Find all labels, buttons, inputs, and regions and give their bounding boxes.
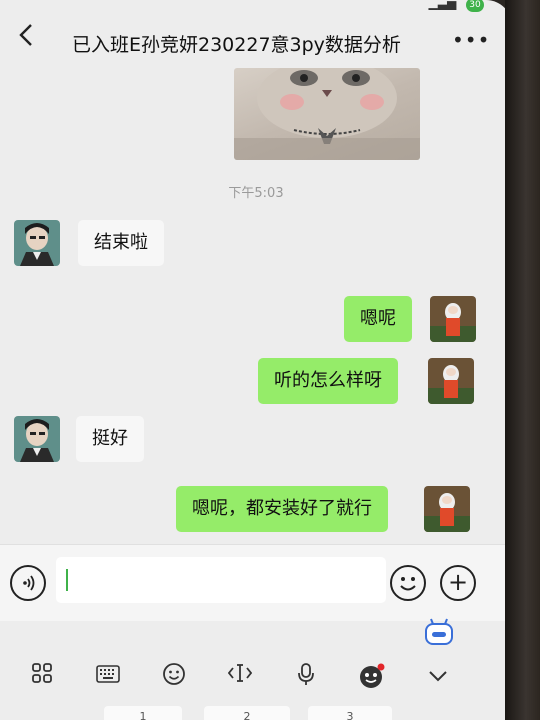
message-timestamp: 下午5:03 — [228, 186, 284, 201]
message-text-input[interactable] — [56, 557, 386, 603]
keyboard-number-row: 1 2 3 — [0, 702, 512, 720]
my-avatar[interactable] — [428, 358, 474, 404]
robot-assistant-icon[interactable] — [424, 618, 454, 646]
more-options-button[interactable]: ••• — [452, 28, 490, 52]
emoji-keyboard-icon[interactable] — [160, 662, 188, 690]
sent-message-bubble[interactable]: 听的怎么样呀 — [258, 358, 398, 404]
chat-title: 已入班E孙竞妍230227意3py数据分析 — [72, 34, 401, 56]
status-icons: ▁▃▅ 30 — [428, 0, 484, 12]
emoji-icon[interactable] — [390, 565, 426, 601]
chevron-down-icon[interactable] — [424, 662, 452, 690]
sent-message-bubble[interactable]: 嗯呢 — [344, 296, 412, 342]
back-icon[interactable] — [18, 22, 34, 55]
key-2[interactable]: 2 — [204, 706, 290, 720]
message-list[interactable]: 下午5:03 结束啦 嗯呢 听的怎么样呀 挺好 嗯呢，都安装好了就行 — [0, 66, 512, 544]
phone-screen: ▁▃▅ 30 已入班E孙竞妍230227意3py数据分析 ••• 下午5:03 … — [0, 0, 512, 720]
phone-frame-edge — [505, 0, 540, 720]
my-avatar[interactable] — [430, 296, 476, 342]
more-functions-button[interactable]: + — [440, 565, 476, 601]
microphone-icon[interactable] — [292, 662, 320, 690]
signal-icon: ▁▃▅ — [428, 0, 457, 10]
contact-avatar[interactable] — [14, 416, 60, 462]
message-input-bar: + — [0, 544, 512, 621]
voice-input-icon[interactable] — [10, 565, 46, 601]
contact-avatar[interactable] — [14, 220, 60, 266]
keyboard-icon[interactable] — [94, 662, 122, 690]
text-cursor-icon[interactable] — [226, 662, 254, 690]
battery-icon: 30 — [466, 0, 484, 12]
keyboard-toolbar — [0, 650, 512, 702]
received-message-bubble[interactable]: 结束啦 — [78, 220, 164, 266]
key-1[interactable]: 1 — [104, 706, 182, 720]
sent-message-bubble[interactable]: 嗯呢，都安装好了就行 — [176, 486, 388, 532]
chat-header: 已入班E孙竞妍230227意3py数据分析 ••• — [0, 16, 512, 66]
key-3[interactable]: 3 — [308, 706, 392, 720]
received-message-bubble[interactable]: 挺好 — [76, 416, 144, 462]
apps-grid-icon[interactable] — [28, 662, 56, 690]
my-avatar[interactable] — [424, 486, 470, 532]
ai-assistant-icon[interactable] — [358, 662, 386, 690]
text-caret — [66, 569, 68, 591]
cat-sticker-image[interactable] — [234, 68, 420, 160]
status-bar: ▁▃▅ 30 — [0, 0, 512, 16]
